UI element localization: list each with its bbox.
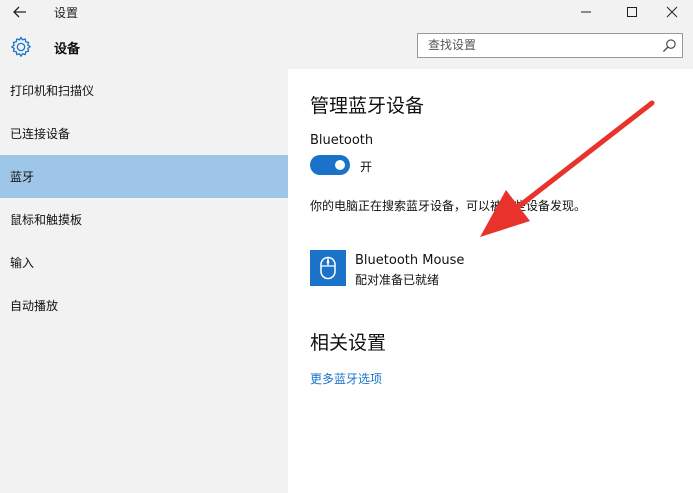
minimize-icon: [581, 11, 591, 13]
main-content: 管理蓝牙设备 Bluetooth 开 你的电脑正在搜索蓝牙设备，可以被这些设备发…: [288, 69, 693, 493]
back-button[interactable]: [6, 1, 34, 23]
sidebar-item-label: 打印机和扫描仪: [10, 84, 95, 98]
maximize-icon: [627, 7, 637, 17]
settings-window: 设置 设备 打印机和扫描仪 已连接设备: [0, 0, 693, 493]
device-status: 配对准备已就绪: [355, 273, 440, 287]
more-bluetooth-options-link[interactable]: 更多蓝牙选项: [310, 370, 382, 387]
sidebar-item-typing[interactable]: 输入: [0, 241, 288, 284]
sidebar: 打印机和扫描仪 已连接设备 蓝牙 鼠标和触摸板 输入 自动播放: [0, 69, 288, 493]
search-input[interactable]: [418, 34, 648, 56]
window-title: 设置: [54, 6, 79, 20]
device-item-bluetooth-mouse[interactable]: Bluetooth Mouse 配对准备已就绪: [310, 250, 510, 290]
minimize-button[interactable]: [566, 0, 606, 24]
device-name: Bluetooth Mouse: [355, 253, 465, 268]
toggle-state-label: 开: [360, 160, 373, 174]
header: 设备: [0, 24, 693, 69]
close-icon: [666, 6, 678, 18]
sidebar-item-bluetooth[interactable]: 蓝牙: [0, 155, 288, 198]
sidebar-item-label: 蓝牙: [10, 170, 35, 184]
sidebar-item-printers[interactable]: 打印机和扫描仪: [0, 69, 288, 112]
bluetooth-toggle[interactable]: [310, 155, 350, 175]
title-bar: 设置: [0, 0, 693, 24]
sidebar-item-connected-devices[interactable]: 已连接设备: [0, 112, 288, 155]
gear-icon: [11, 36, 31, 57]
search-icon[interactable]: [662, 38, 677, 53]
sidebar-item-label: 输入: [10, 256, 35, 270]
related-settings-heading: 相关设置: [310, 332, 387, 354]
sidebar-item-label: 自动播放: [10, 299, 59, 313]
search-box[interactable]: [417, 33, 683, 58]
close-button[interactable]: [652, 0, 692, 24]
mouse-icon: [310, 250, 346, 286]
maximize-button[interactable]: [612, 0, 652, 24]
section-heading: 管理蓝牙设备: [310, 95, 425, 117]
toggle-knob: [335, 160, 345, 170]
back-arrow-icon: [13, 6, 26, 18]
discovery-status-text: 你的电脑正在搜索蓝牙设备，可以被这些设备发现。: [310, 199, 587, 213]
bluetooth-label: Bluetooth: [310, 133, 374, 148]
sidebar-item-label: 鼠标和触摸板: [10, 213, 83, 227]
sidebar-item-mouse-touchpad[interactable]: 鼠标和触摸板: [0, 198, 288, 241]
sidebar-item-autoplay[interactable]: 自动播放: [0, 284, 288, 327]
sidebar-item-label: 已连接设备: [10, 127, 71, 141]
page-title: 设备: [54, 42, 81, 57]
